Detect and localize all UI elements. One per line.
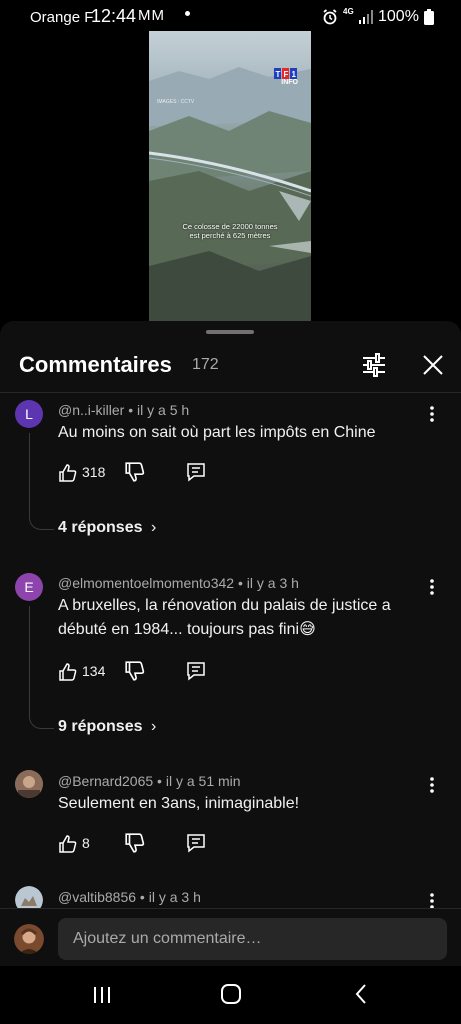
reply-icon[interactable] <box>185 660 207 682</box>
comment-time: il y a 3 h <box>246 575 299 591</box>
svg-text:1: 1 <box>292 70 297 79</box>
comments-sheet: Commentaires 172 L @n..i-killer • il y a… <box>0 321 461 1024</box>
user-avatar <box>14 924 44 954</box>
close-icon[interactable] <box>420 352 446 378</box>
thread-line <box>29 433 54 530</box>
comment-input-placeholder: Ajoutez un commentaire… <box>73 930 262 947</box>
caption-line-2: est perché à 625 mètres <box>189 231 271 240</box>
thumb-down-icon[interactable] <box>124 660 146 682</box>
video-credit: IMAGES : CCTV <box>157 99 195 105</box>
video-player[interactable]: T F 1 INFO IMAGES : CCTV Ce colosse de 2… <box>149 31 311 321</box>
meta-separator: • <box>234 575 247 591</box>
comment-time: il y a 5 h <box>137 402 190 418</box>
comment-text: A bruxelles, la rénovation du palais de … <box>58 597 391 638</box>
network-type: 4G <box>343 7 354 16</box>
gmail-notification-icon: MM <box>138 7 165 24</box>
comment-text: Seulement en 3ans, inimaginable! <box>58 795 300 812</box>
chevron-right-icon: › <box>150 519 157 536</box>
reply-icon[interactable] <box>185 832 207 854</box>
system-nav-bar <box>0 966 461 1024</box>
comment-author[interactable]: @Bernard2065 <box>58 773 153 789</box>
video-caption: Ce colosse de 22000 tonnes est perché à … <box>149 222 311 240</box>
replies-label: 4 réponses <box>58 519 143 536</box>
notification-dot-icon <box>185 11 190 16</box>
avatar[interactable] <box>15 770 43 798</box>
comments-title: Commentaires <box>19 352 172 377</box>
header-divider <box>0 392 461 393</box>
replies-link[interactable]: 9 réponses › <box>58 718 156 736</box>
meta-separator: • <box>136 889 149 905</box>
comment-input[interactable]: Ajoutez un commentaire… <box>58 918 447 960</box>
battery-icon <box>424 9 434 25</box>
like-count: 8 <box>82 835 90 851</box>
replies-link[interactable]: 4 réponses › <box>58 519 156 537</box>
thumb-up-icon[interactable] <box>58 832 78 856</box>
more-vert-icon[interactable] <box>424 404 440 424</box>
tune-icon[interactable] <box>360 352 388 378</box>
comments-count: 172 <box>192 356 219 373</box>
comment-time: il y a 3 h <box>148 889 201 905</box>
like-count: 318 <box>82 464 106 480</box>
comment-author[interactable]: @elmomentoelmomento342 <box>58 575 234 591</box>
alarm-icon <box>323 9 337 25</box>
back-icon[interactable] <box>354 983 368 1005</box>
thumb-down-icon[interactable] <box>124 461 146 483</box>
comment-author[interactable]: @n..i-killer <box>58 402 124 418</box>
drag-handle[interactable] <box>206 330 254 334</box>
recents-icon[interactable] <box>92 985 112 1005</box>
like-count: 134 <box>82 663 106 679</box>
status-bar: Orange F 12:44 MM 4G 100% <box>0 0 461 34</box>
tf1-info-label: INFO <box>281 79 298 86</box>
thumb-up-icon[interactable] <box>58 461 78 485</box>
thread-line <box>29 606 54 729</box>
comment-meta: @valtib8856 • il y a 3 h <box>58 889 201 905</box>
battery-percent: 100% <box>378 8 419 25</box>
caption-line-1: Ce colosse de 22000 tonnes <box>182 222 278 231</box>
comment-meta: @elmomentoelmomento342 • il y a 3 h <box>58 575 299 591</box>
replies-label: 9 réponses <box>58 718 143 735</box>
avatar[interactable]: E <box>15 573 43 601</box>
meta-separator: • <box>124 402 138 418</box>
comment-time: il y a 51 min <box>165 773 241 789</box>
svg-text:F: F <box>284 70 289 79</box>
signal-icon <box>359 10 373 24</box>
comment-author[interactable]: @valtib8856 <box>58 889 136 905</box>
comment-meta: @Bernard2065 • il y a 51 min <box>58 773 241 789</box>
thumb-up-icon[interactable] <box>58 660 78 684</box>
home-icon[interactable] <box>220 983 242 1005</box>
thumb-down-icon[interactable] <box>124 832 146 854</box>
chevron-right-icon: › <box>150 718 157 735</box>
comment-meta: @n..i-killer • il y a 5 h <box>58 402 189 418</box>
reply-icon[interactable] <box>185 461 207 483</box>
more-vert-icon[interactable] <box>424 775 440 795</box>
svg-text:T: T <box>276 70 281 79</box>
avatar[interactable]: L <box>15 400 43 428</box>
clock: 12:44 <box>91 6 137 26</box>
carrier-label: Orange F <box>30 9 94 26</box>
meta-separator: • <box>153 773 166 789</box>
more-vert-icon[interactable] <box>424 577 440 597</box>
comment-text: Au moins on sait où part les impôts en C… <box>58 424 376 441</box>
